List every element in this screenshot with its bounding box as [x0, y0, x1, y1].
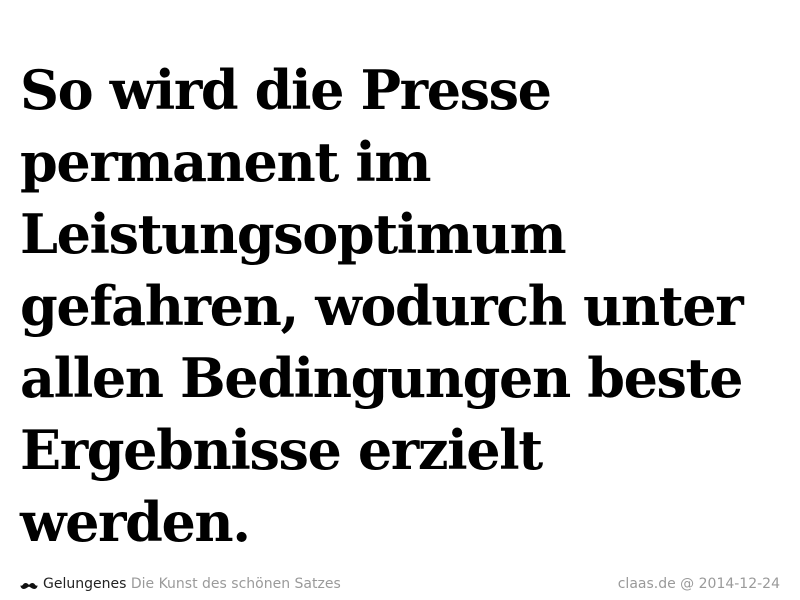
footer-brand-group: Gelungenes Die Kunst des schönen Satzes [20, 574, 341, 594]
quote-line: gefahren, wodurch unter [20, 274, 744, 338]
quote-line: So wird die Presse [20, 58, 552, 122]
mustache-icon [20, 578, 38, 590]
brand-name: Gelungenes [43, 576, 127, 592]
page: So wird die Presse permanent im Leistung… [0, 0, 800, 600]
footer: Gelungenes Die Kunst des schönen Satzes … [20, 574, 780, 594]
tagline: Die Kunst des schönen Satzes [130, 576, 341, 592]
quote-line: Ergebnisse erzielt [20, 418, 543, 482]
quote-text: So wird die Presse permanent im Leistung… [20, 54, 790, 558]
quote-line: allen Bedingungen beste [20, 346, 743, 410]
quote-line: Leistungsoptimum [20, 202, 567, 266]
quote-line: permanent im [20, 130, 432, 194]
site-date-meta: claas.de @ 2014-12-24 [617, 576, 780, 592]
quote-line: werden. [20, 490, 251, 554]
